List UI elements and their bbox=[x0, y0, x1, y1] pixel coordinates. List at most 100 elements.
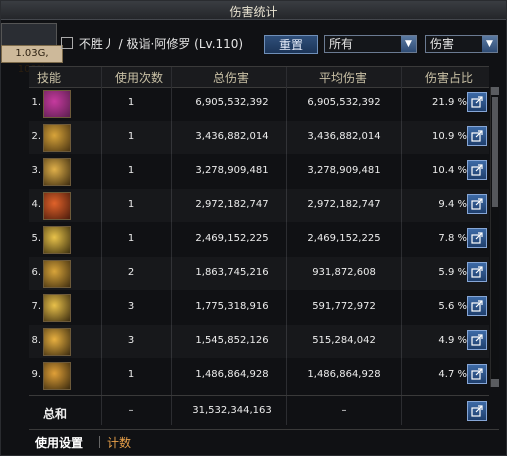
row-rank: 6. bbox=[31, 267, 41, 278]
row-total-damage: 3,278,909,481 bbox=[195, 165, 269, 176]
header-share[interactable]: 伤害占比 bbox=[419, 69, 479, 86]
share-row-button[interactable] bbox=[467, 296, 487, 316]
row-damage-share: 5.6 % bbox=[438, 301, 467, 312]
table-row: 2. 1 3,436,882,014 3,436,882,014 10.9 % bbox=[29, 121, 489, 154]
row-uses: 1 bbox=[127, 199, 135, 210]
row-damage-share: 4.9 % bbox=[438, 335, 467, 346]
skill-icon-7 bbox=[43, 294, 71, 322]
share-icon bbox=[471, 96, 483, 108]
tab-settings[interactable]: 使用设置 bbox=[35, 434, 83, 451]
title-bar: 伤害统计 bbox=[1, 1, 506, 20]
damage-stats-window: 伤害统计 1.03G, 100% 不胜丿 / 极诣·阿修罗 (Lv.110) 重… bbox=[0, 0, 507, 456]
row-damage-share: 9.4 % bbox=[438, 199, 467, 210]
row-damage-share: 10.4 % bbox=[432, 165, 467, 176]
row-total-damage: 1,863,745,216 bbox=[195, 267, 269, 278]
share-row-button[interactable] bbox=[467, 262, 487, 282]
share-row-button[interactable] bbox=[467, 160, 487, 180]
share-row-button[interactable] bbox=[467, 194, 487, 214]
player-prefix: 不胜丿 bbox=[78, 37, 115, 51]
skill-icon-6 bbox=[43, 260, 71, 288]
header-avg[interactable]: 平均伤害 bbox=[313, 69, 373, 86]
table-row: 8. 3 1,545,852,126 515,284,042 4.9 % bbox=[29, 325, 489, 358]
skill-icon-5 bbox=[43, 226, 71, 254]
row-rank: 5. bbox=[31, 233, 41, 244]
table-row: 1. 1 6,905,532,392 6,905,532,392 21.9 % bbox=[29, 87, 489, 120]
scroll-up-arrow-icon[interactable] bbox=[491, 87, 499, 95]
row-damage-share: 5.9 % bbox=[438, 267, 467, 278]
row-uses: 2 bbox=[127, 267, 135, 278]
skill-icon-1 bbox=[43, 90, 71, 118]
total-row: 总和 – 31,532,344,163 – bbox=[29, 395, 489, 428]
player-portrait bbox=[1, 23, 57, 47]
table-header: 技能 使用次数 总伤害 平均伤害 伤害占比 bbox=[29, 66, 489, 88]
reset-button[interactable]: 重置 bbox=[264, 35, 318, 54]
bottom-tabs: 使用设置 计数 bbox=[29, 429, 499, 452]
filter-select-2[interactable]: 伤害 ▼ bbox=[425, 35, 498, 53]
chevron-down-icon[interactable]: ▼ bbox=[401, 36, 416, 52]
row-rank: 4. bbox=[31, 199, 41, 210]
scrollbar[interactable] bbox=[490, 87, 499, 387]
row-total-damage: 2,469,152,225 bbox=[195, 233, 269, 244]
scroll-down-arrow-icon[interactable] bbox=[491, 379, 499, 387]
row-uses: 3 bbox=[127, 335, 135, 346]
row-avg-damage: 3,278,909,481 bbox=[307, 165, 381, 176]
share-row-button[interactable] bbox=[467, 330, 487, 350]
row-total-damage: 2,972,182,747 bbox=[195, 199, 269, 210]
header-total[interactable]: 总伤害 bbox=[201, 69, 261, 86]
row-rank: 2. bbox=[31, 131, 41, 142]
total-avg: – bbox=[341, 405, 347, 416]
header-uses[interactable]: 使用次数 bbox=[109, 69, 169, 86]
share-icon bbox=[471, 368, 483, 380]
share-row-button[interactable] bbox=[467, 92, 487, 112]
share-icon bbox=[471, 164, 483, 176]
table-row: 9. 1 1,486,864,928 1,486,864,928 4.7 % bbox=[29, 359, 489, 392]
row-damage-share: 4.7 % bbox=[438, 369, 467, 380]
row-uses: 1 bbox=[127, 131, 135, 142]
table-row: 5. 1 2,469,152,225 2,469,152,225 7.8 % bbox=[29, 223, 489, 256]
table-row: 7. 3 1,775,318,916 591,772,972 5.6 % bbox=[29, 291, 489, 324]
table-row: 4. 1 2,972,182,747 2,972,182,747 9.4 % bbox=[29, 189, 489, 222]
share-row-button[interactable] bbox=[467, 228, 487, 248]
share-icon bbox=[471, 266, 483, 278]
table-row: 3. 1 3,278,909,481 3,278,909,481 10.4 % bbox=[29, 155, 489, 188]
row-avg-damage: 3,436,882,014 bbox=[307, 131, 381, 142]
row-damage-share: 21.9 % bbox=[432, 97, 467, 108]
share-icon bbox=[471, 405, 483, 417]
row-total-damage: 1,775,318,916 bbox=[195, 301, 269, 312]
skill-icon-3 bbox=[43, 158, 71, 186]
row-uses: 1 bbox=[127, 369, 135, 380]
chevron-down-icon[interactable]: ▼ bbox=[482, 36, 497, 52]
header-skill[interactable]: 技能 bbox=[31, 69, 67, 86]
skill-icon-4 bbox=[43, 192, 71, 220]
row-avg-damage: 1,486,864,928 bbox=[307, 369, 381, 380]
share-row-button[interactable] bbox=[467, 364, 487, 384]
total-label: 总和 bbox=[43, 407, 68, 421]
row-avg-damage: 515,284,042 bbox=[312, 335, 376, 346]
row-rank: 7. bbox=[31, 301, 41, 312]
row-avg-damage: 591,772,972 bbox=[312, 301, 376, 312]
row-total-damage: 3,436,882,014 bbox=[195, 131, 269, 142]
scroll-thumb[interactable] bbox=[492, 97, 498, 207]
row-uses: 1 bbox=[127, 97, 135, 108]
share-icon bbox=[471, 130, 483, 142]
filter-select-1[interactable]: 所有 ▼ bbox=[324, 35, 417, 53]
share-row-button[interactable] bbox=[467, 126, 487, 146]
row-total-damage: 1,545,852,126 bbox=[195, 335, 269, 346]
checkbox-icon[interactable] bbox=[61, 37, 73, 49]
row-avg-damage: 6,905,532,392 bbox=[307, 97, 381, 108]
row-total-damage: 1,486,864,928 bbox=[195, 369, 269, 380]
row-avg-damage: 2,469,152,225 bbox=[307, 233, 381, 244]
share-total-button[interactable] bbox=[467, 401, 487, 421]
row-uses: 3 bbox=[127, 301, 135, 312]
row-avg-damage: 2,972,182,747 bbox=[307, 199, 381, 210]
player-name: 不胜丿 / 极诣·阿修罗 (Lv.110) bbox=[61, 35, 243, 52]
tab-divider bbox=[99, 436, 100, 448]
tab-count[interactable]: 计数 bbox=[107, 434, 131, 451]
skill-icon-9 bbox=[43, 362, 71, 390]
filter-select-1-value: 所有 bbox=[329, 37, 354, 51]
row-damage-share: 10.9 % bbox=[432, 131, 467, 142]
row-rank: 8. bbox=[31, 335, 41, 346]
share-icon bbox=[471, 232, 483, 244]
filter-select-2-value: 伤害 bbox=[430, 37, 455, 51]
share-icon bbox=[471, 334, 483, 346]
